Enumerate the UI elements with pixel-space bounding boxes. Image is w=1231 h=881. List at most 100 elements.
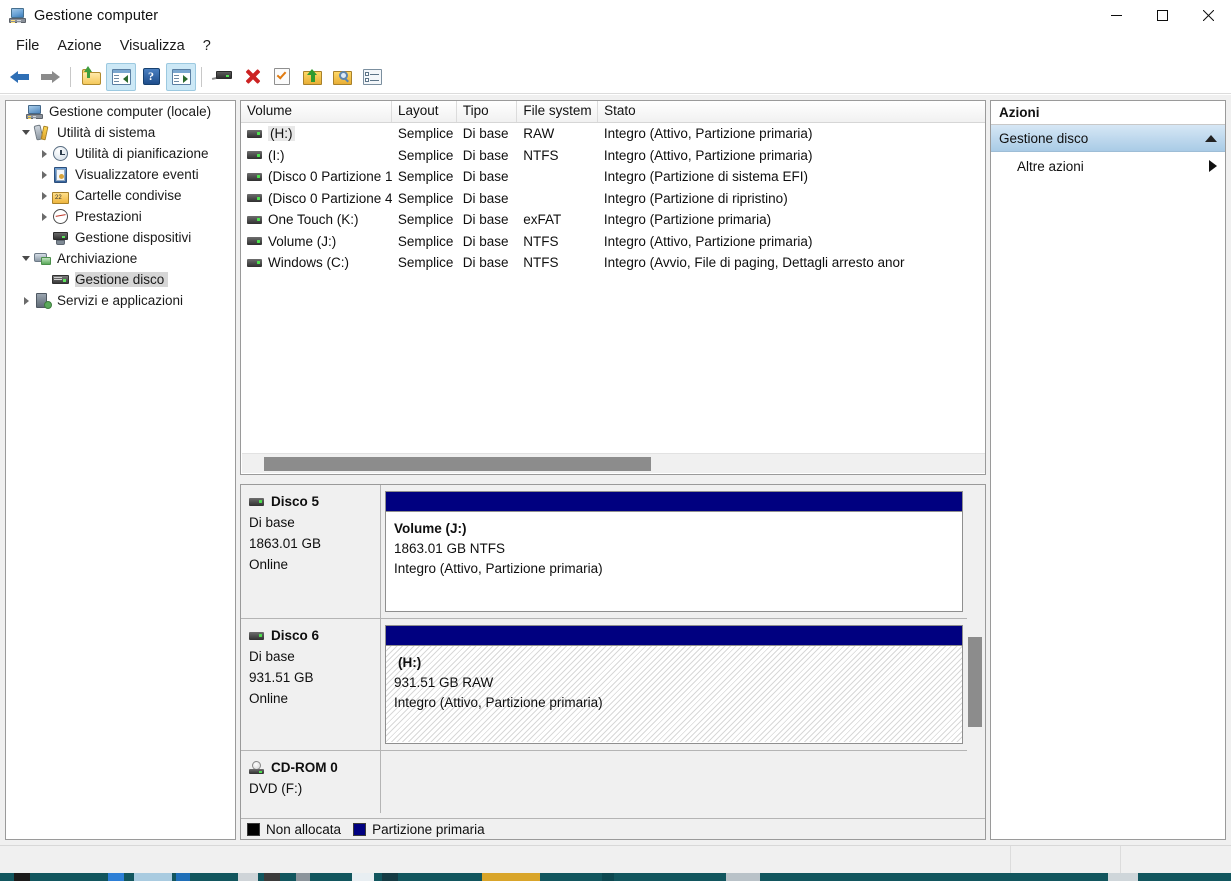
twisty-collapsed[interactable] bbox=[36, 143, 52, 164]
tree-item-prestazioni[interactable]: Prestazioni bbox=[6, 206, 235, 227]
tree-item-label: Servizi e applicazioni bbox=[57, 293, 184, 308]
taskbar-icon[interactable] bbox=[1108, 873, 1138, 881]
taskbar-icon[interactable] bbox=[382, 873, 398, 881]
table-row[interactable]: (I:) Semplice Di base NTFS Integro (Atti… bbox=[241, 145, 985, 167]
menu-azione[interactable]: Azione bbox=[48, 35, 110, 57]
properties-button[interactable] bbox=[267, 63, 297, 91]
volume-icon bbox=[247, 129, 262, 138]
rescan-disks-button[interactable] bbox=[207, 63, 237, 91]
column-header-tipo[interactable]: Tipo bbox=[457, 101, 518, 122]
tree-item-visualizzatore-eventi[interactable]: Visualizzatore eventi bbox=[6, 164, 235, 185]
tree-item-gestione-disco[interactable]: Gestione disco bbox=[6, 269, 235, 290]
volume-icon bbox=[247, 258, 262, 267]
help-button[interactable]: ? bbox=[136, 63, 166, 91]
taskbar-icon[interactable] bbox=[134, 873, 172, 881]
maximize-button[interactable] bbox=[1139, 0, 1185, 31]
list-properties-icon bbox=[362, 68, 382, 85]
taskbar-icon[interactable] bbox=[726, 873, 760, 881]
legend-label: Non allocata bbox=[266, 821, 342, 837]
action-item-altre-azioni[interactable]: Altre azioni bbox=[991, 152, 1225, 180]
close-button[interactable] bbox=[1185, 0, 1231, 31]
table-row[interactable]: Windows (C:) Semplice Di base NTFS Integ… bbox=[241, 252, 985, 274]
taskbar-icon[interactable] bbox=[482, 873, 540, 881]
table-row[interactable]: (Disco 0 Partizione 1) Semplice Di base … bbox=[241, 166, 985, 188]
twisty-expanded[interactable] bbox=[18, 248, 34, 269]
taskbar-icon[interactable] bbox=[264, 873, 280, 881]
table-row[interactable]: (H:) Semplice Di base RAW Integro (Attiv… bbox=[241, 123, 985, 145]
twisty-expanded[interactable] bbox=[18, 122, 34, 143]
disk-view-vertical-scrollbar[interactable] bbox=[967, 485, 984, 818]
twisty-placeholder bbox=[36, 227, 52, 248]
scrollbar-thumb[interactable] bbox=[264, 457, 651, 471]
cell-volume: (I:) bbox=[268, 147, 285, 163]
search-button[interactable] bbox=[327, 63, 357, 91]
delete-icon bbox=[244, 68, 261, 85]
menu-visualizza[interactable]: Visualizza bbox=[111, 35, 194, 57]
cdrom-icon bbox=[249, 761, 264, 774]
partition-h-raw[interactable]: (H:) 931.51 GB RAW Integro (Attivo, Part… bbox=[385, 625, 963, 744]
taskbar-icon[interactable] bbox=[238, 873, 258, 881]
twisty-collapsed[interactable] bbox=[36, 206, 52, 227]
taskbar-icon[interactable] bbox=[108, 873, 124, 881]
cell-stato: Integro (Attivo, Partizione primaria) bbox=[603, 126, 813, 142]
tree-item-label: Archiviazione bbox=[57, 251, 138, 266]
taskbar-icon[interactable] bbox=[296, 873, 310, 881]
volume-list-rows: (H:) Semplice Di base RAW Integro (Attiv… bbox=[241, 123, 985, 274]
table-row[interactable]: Volume (J:) Semplice Di base NTFS Integr… bbox=[241, 231, 985, 253]
minimize-button[interactable] bbox=[1093, 0, 1139, 31]
window-title: Gestione computer bbox=[34, 7, 159, 24]
actions-group-gestione-disco[interactable]: Gestione disco bbox=[991, 125, 1225, 152]
tree-item-utilita-di-pianificazione[interactable]: Utilità di pianificazione bbox=[6, 143, 235, 164]
tree-item-utilita-di-sistema[interactable]: Utilità di sistema bbox=[6, 122, 235, 143]
list-button[interactable] bbox=[357, 63, 387, 91]
menu-help[interactable]: ? bbox=[194, 35, 220, 57]
column-header-volume[interactable]: Volume bbox=[241, 101, 392, 122]
cell-fs: NTFS bbox=[523, 255, 559, 271]
disk-info-cdrom-0: CD-ROM 0 DVD (F:) bbox=[241, 751, 381, 813]
cell-tipo: Di base bbox=[462, 255, 509, 271]
tree-item-cartelle-condivise[interactable]: Cartelle condivise bbox=[6, 185, 235, 206]
show-hide-action-pane-button[interactable] bbox=[166, 62, 196, 91]
up-one-level-button[interactable] bbox=[76, 63, 106, 91]
cell-volume: Volume (J:) bbox=[268, 233, 337, 249]
show-hide-console-tree-button[interactable] bbox=[106, 62, 136, 91]
partition-size-fs: 931.51 GB RAW bbox=[394, 675, 494, 690]
tree-item-gestione-computer[interactable]: Gestione computer (locale) bbox=[6, 101, 235, 122]
cell-volume: (Disco 0 Partizione 4) bbox=[268, 190, 392, 206]
twisty-collapsed[interactable] bbox=[18, 290, 34, 311]
table-row[interactable]: One Touch (K:) Semplice Di base exFAT In… bbox=[241, 209, 985, 231]
disk-row-disco-6[interactable]: Disco 6 Di base 931.51 GB Online (H:) 93… bbox=[241, 619, 969, 751]
taskbar-icon[interactable] bbox=[176, 873, 190, 881]
column-header-layout[interactable]: Layout bbox=[392, 101, 457, 122]
disk-capacity: 1863.01 GB bbox=[249, 536, 322, 551]
disk-row-disco-5[interactable]: Disco 5 Di base 1863.01 GB Online Volume… bbox=[241, 485, 969, 619]
volume-list-horizontal-scrollbar[interactable] bbox=[242, 453, 985, 473]
menu-file[interactable]: File bbox=[7, 35, 48, 57]
forward-button[interactable] bbox=[35, 63, 65, 91]
tree-item-archiviazione[interactable]: Archiviazione bbox=[6, 248, 235, 269]
twisty-collapsed[interactable] bbox=[36, 164, 52, 185]
disk-row-cdrom-0[interactable]: CD-ROM 0 DVD (F:) bbox=[241, 751, 969, 813]
cell-tipo: Di base bbox=[462, 126, 509, 142]
back-icon bbox=[10, 69, 30, 85]
taskbar-icon[interactable] bbox=[14, 873, 30, 881]
legend-item-partizione-primaria: Partizione primaria bbox=[353, 822, 485, 837]
chevron-up-icon[interactable] bbox=[1205, 134, 1217, 142]
taskbar-icon[interactable] bbox=[602, 873, 614, 881]
delete-button[interactable] bbox=[237, 63, 267, 91]
export-button[interactable] bbox=[297, 63, 327, 91]
column-header-file-system[interactable]: File system bbox=[517, 101, 599, 122]
cell-layout: Semplice bbox=[397, 147, 454, 163]
scrollbar-thumb[interactable] bbox=[968, 637, 982, 727]
panel-splitter[interactable] bbox=[240, 478, 986, 482]
back-button[interactable] bbox=[5, 63, 35, 91]
table-row[interactable]: (Disco 0 Partizione 4) Semplice Di base … bbox=[241, 188, 985, 210]
menu-bar: File Azione Visualizza ? bbox=[0, 31, 1231, 60]
tree-item-servizi-e-applicazioni[interactable]: Servizi e applicazioni bbox=[6, 290, 235, 311]
taskbar-icon[interactable] bbox=[352, 873, 374, 881]
twisty-collapsed[interactable] bbox=[36, 185, 52, 206]
tree-item-gestione-dispositivi[interactable]: Gestione dispositivi bbox=[6, 227, 235, 248]
status-cell-2 bbox=[1011, 846, 1121, 874]
column-header-stato[interactable]: Stato bbox=[598, 101, 985, 122]
partition-volume-j[interactable]: Volume (J:) 1863.01 GB NTFS Integro (Att… bbox=[385, 491, 963, 612]
